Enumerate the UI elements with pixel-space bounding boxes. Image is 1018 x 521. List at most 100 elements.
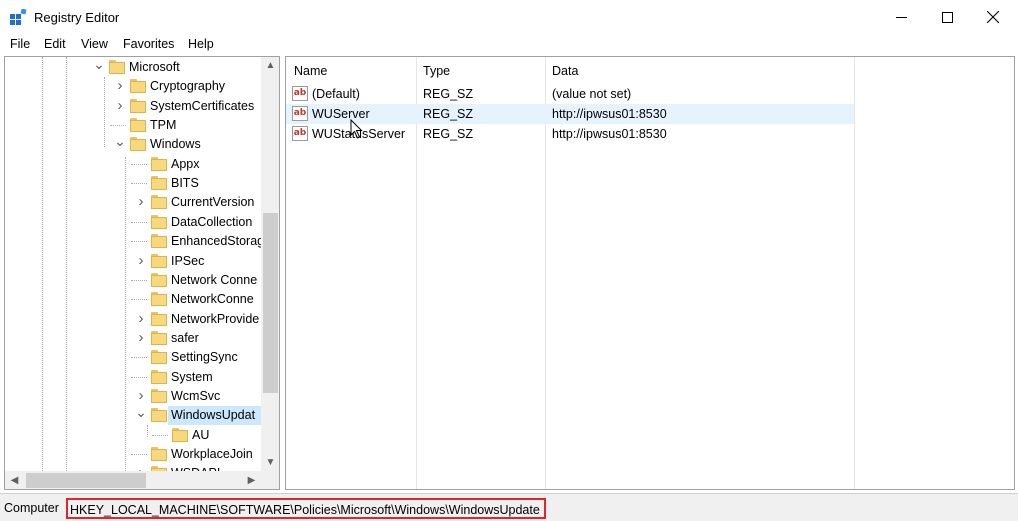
value-type: REG_SZ (423, 127, 474, 141)
scrollbar-corner (261, 471, 279, 489)
tree-node-label: WorkplaceJoin (171, 447, 253, 461)
tree-node-label: SystemCertificates (150, 98, 255, 113)
maximize-icon (941, 11, 953, 23)
expand-chevron-icon[interactable]: › (135, 311, 147, 326)
tree-connector (110, 125, 126, 127)
value-data: (value not set) (552, 87, 632, 101)
collapse-chevron-icon[interactable]: ⌄ (114, 134, 126, 151)
column-header-data[interactable]: Data (552, 57, 578, 84)
folder-icon (151, 253, 167, 268)
minimize-button[interactable] (878, 0, 924, 34)
value-row[interactable]: ab (Default) REG_SZ (value not set) (286, 84, 854, 104)
menu-help[interactable]: Help (188, 37, 214, 51)
scroll-down-icon[interactable]: ▼ (261, 454, 279, 471)
tree-node[interactable]: AU (5, 426, 261, 445)
value-data: http://ipwsus01:8530 (552, 127, 667, 141)
folder-icon (151, 330, 167, 345)
menu-favorites[interactable]: Favorites (123, 37, 174, 51)
close-icon (987, 11, 999, 23)
expand-chevron-icon[interactable]: › (135, 194, 147, 209)
tree-node[interactable]: EnhancedStorag (5, 232, 264, 251)
tree-node[interactable]: › WcmSvc (5, 387, 261, 406)
tree-node[interactable]: Appx (5, 155, 261, 174)
tree-node[interactable]: › CurrentVersion (5, 193, 261, 212)
column-header-type[interactable]: Type (423, 57, 450, 84)
tree-connector (131, 221, 147, 223)
folder-icon (130, 118, 146, 133)
tree-node-label: WcmSvc (171, 388, 221, 403)
tree-node[interactable]: › SystemCertificates (5, 97, 261, 116)
tree-node-label: TPM (150, 118, 177, 133)
menu-bar: File Edit View Favorites Help (0, 34, 1018, 56)
tree-node[interactable]: System (5, 368, 261, 387)
tree-vertical-scrollbar[interactable]: ▲ ▼ (261, 57, 279, 471)
folder-icon (151, 447, 167, 461)
folder-icon (151, 195, 167, 210)
string-value-icon: ab (292, 126, 308, 141)
folder-icon (151, 214, 167, 229)
tree-connector (131, 163, 147, 165)
tree-node-label: Windows (150, 137, 201, 152)
expand-chevron-icon[interactable]: › (114, 78, 126, 93)
scrollbar-thumb[interactable] (263, 213, 278, 393)
collapse-chevron-icon[interactable]: ⌄ (135, 405, 147, 422)
scrollbar-thumb[interactable] (26, 473, 146, 488)
tree-connector (131, 183, 147, 185)
tree-connector (131, 376, 147, 378)
tree-node-label: DataCollection (171, 214, 253, 229)
expand-chevron-icon[interactable]: › (135, 330, 147, 345)
window-title: Registry Editor (34, 10, 120, 25)
tree-node[interactable]: DataCollection (5, 213, 261, 232)
tree-node[interactable]: TPM (5, 116, 261, 135)
menu-file[interactable]: File (10, 37, 30, 51)
tree-node[interactable]: ⌄ Microsoft (5, 57, 261, 77)
tree-node-label: CurrentVersion (171, 195, 255, 210)
scroll-left-icon[interactable]: ◀ (5, 472, 24, 489)
collapse-chevron-icon[interactable]: ⌄ (93, 57, 105, 74)
title-bar: Registry Editor (0, 0, 1018, 34)
tree-node[interactable]: › NetworkProvide (5, 310, 261, 329)
tree-connector (131, 299, 147, 301)
tree-node[interactable]: WorkplaceJoin (5, 445, 261, 464)
folder-icon (151, 176, 167, 191)
tree-connector (152, 434, 168, 436)
folder-icon (172, 427, 188, 442)
folder-icon (130, 79, 146, 94)
folder-icon (151, 234, 167, 249)
column-divider[interactable] (854, 57, 855, 489)
scroll-up-icon[interactable]: ▲ (261, 57, 279, 74)
menu-view[interactable]: View (81, 37, 108, 51)
registry-key-tree[interactable]: ⌄ Microsoft › Cryptography › SystemCertificat… (4, 56, 280, 490)
tree-node[interactable]: Network Conne (5, 271, 261, 290)
value-row[interactable]: ab WUServer REG_SZ http://ipwsus01:8530 (286, 104, 854, 124)
expand-chevron-icon[interactable]: › (135, 253, 147, 268)
tree-horizontal-scrollbar[interactable]: ◀ ▶ (5, 471, 261, 489)
scroll-right-icon[interactable]: ▶ (242, 472, 261, 489)
tree-node[interactable]: › IPSec (5, 252, 261, 271)
expand-chevron-icon[interactable]: › (114, 98, 126, 113)
tree-node-label: Appx (171, 156, 200, 171)
tree-node-label: IPSec (171, 253, 205, 268)
folder-icon (151, 369, 167, 384)
tree-node[interactable]: › safer (5, 329, 261, 348)
tree-node[interactable]: BITS (5, 174, 261, 193)
tree-node-label: NetworkConne (171, 292, 254, 307)
column-header-name[interactable]: Name (294, 57, 327, 84)
tree-node[interactable]: SettingSync (5, 348, 261, 367)
status-key-path: HKEY_LOCAL_MACHINE\SOFTWARE\Policies\Mic… (66, 498, 546, 519)
close-button[interactable] (970, 0, 1016, 34)
tree-node[interactable]: NetworkConne (5, 290, 261, 309)
maximize-button[interactable] (924, 0, 970, 34)
string-value-icon: ab (292, 86, 308, 101)
tree-node-label: safer (171, 330, 199, 345)
registry-values-list[interactable]: Name Type Data ab (Default) REG_SZ (valu… (285, 56, 1015, 490)
folder-icon (151, 350, 167, 365)
expand-chevron-icon[interactable]: › (135, 388, 147, 403)
value-row[interactable]: ab WUStatusServer REG_SZ http://ipwsus01… (286, 124, 854, 144)
tree-node[interactable]: ⌄ Windows (5, 134, 261, 154)
menu-edit[interactable]: Edit (44, 37, 66, 51)
tree-node[interactable]: ⌄ WindowsUpdat (5, 405, 261, 426)
tree-node[interactable]: › Cryptography (5, 77, 261, 96)
folder-icon (151, 408, 167, 423)
tree-connector (131, 241, 147, 243)
